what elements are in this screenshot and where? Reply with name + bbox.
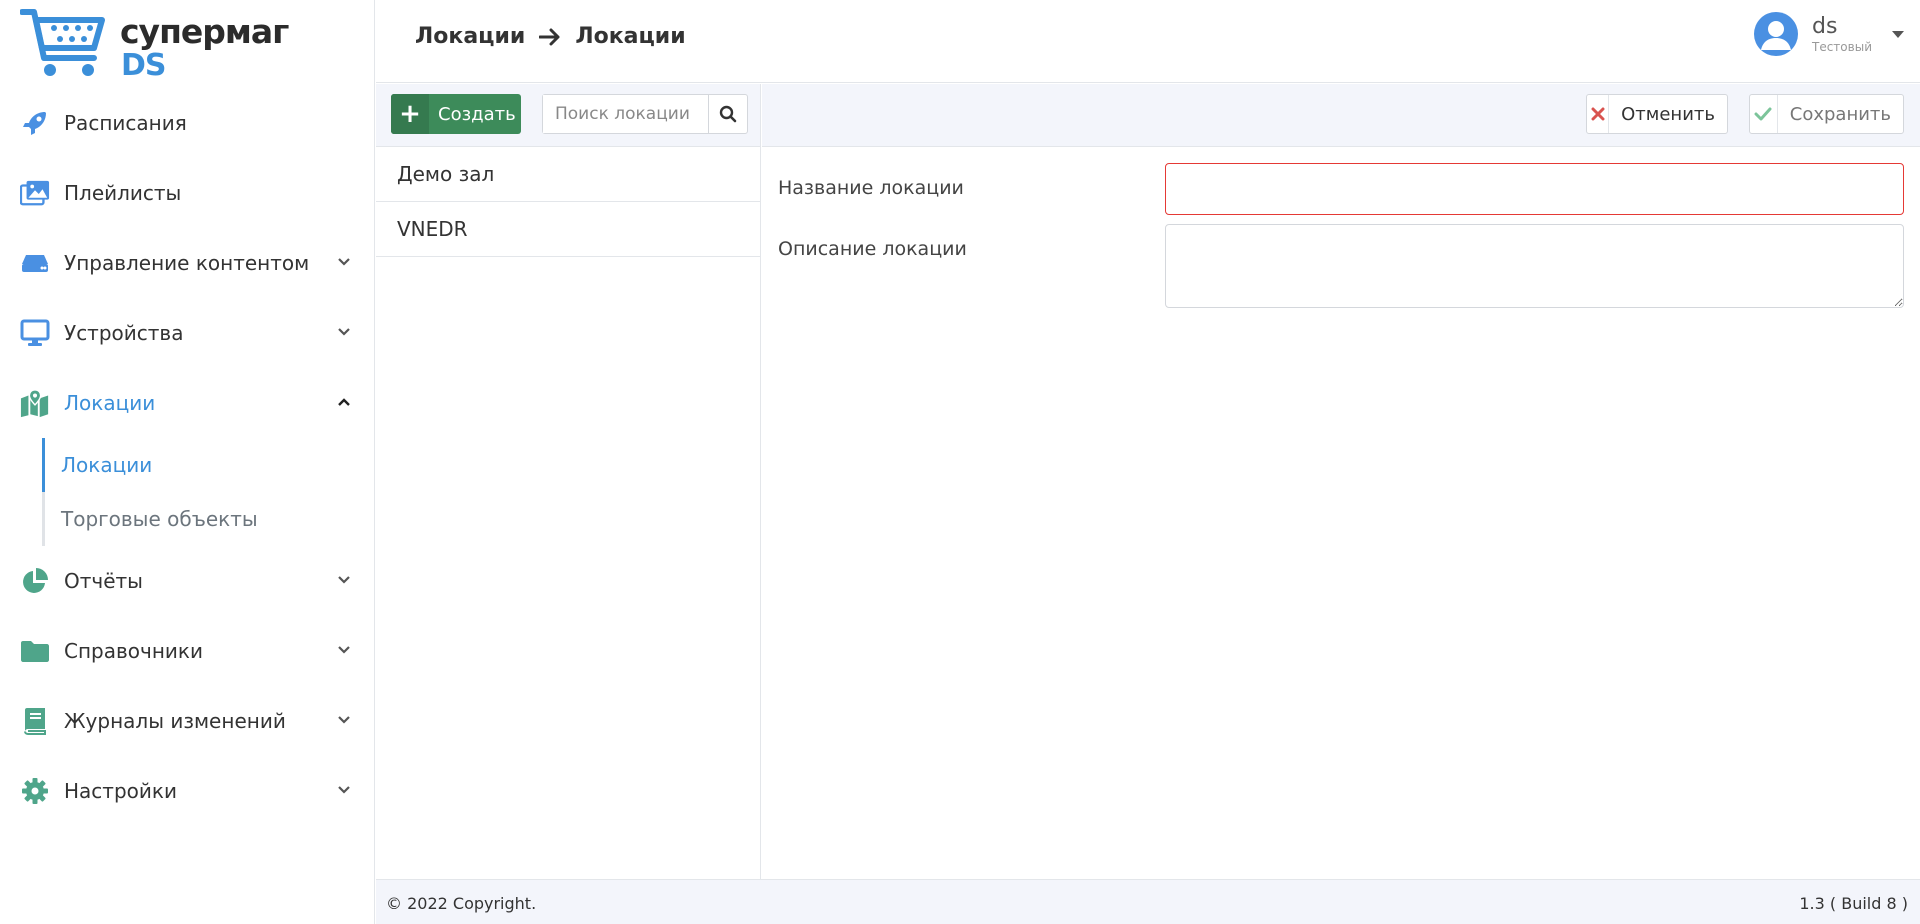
plus-icon: + [391,94,429,134]
chevron-down-icon [338,646,350,654]
sidebar-item-directories[interactable]: Справочники [0,616,375,686]
list-toolbar: + Создать [376,84,760,147]
search-icon [719,105,737,123]
folder-icon [20,636,50,666]
sidebar-item-label: Устройства [64,321,184,345]
sidebar-subitem-locations[interactable]: Локации [42,438,375,492]
caret-down-icon[interactable] [1892,30,1904,38]
save-button[interactable]: Сохранить [1749,94,1904,134]
chevron-down-icon [338,258,350,266]
sidebar-item-locations[interactable]: Локации [0,368,375,438]
sidebar-item-change-logs[interactable]: Журналы изменений [0,686,375,756]
footer: © 2022 Copyright. 1.3 ( Build 8 ) [376,879,1920,924]
top-header: Локации Локации ds Тестовый [376,0,1920,83]
cancel-button[interactable]: Отменить [1586,94,1728,134]
logo-subtitle: DS [121,48,167,83]
location-name-field[interactable] [1165,163,1904,215]
search-input[interactable] [543,95,708,133]
user-name: ds [1812,14,1838,39]
sidebar-nav: Расписания Плейлисты Управление контенто… [0,88,375,826]
sidebar-item-label: Настройки [64,779,177,803]
sidebar-item-schedules[interactable]: Расписания [0,88,375,158]
create-button-label: Создать [438,103,516,125]
form-toolbar: Отменить Сохранить [762,84,1920,147]
cart-logo-icon [20,9,105,76]
sidebar-item-content-management[interactable]: Управление контентом [0,228,375,298]
book-icon [20,706,50,736]
create-button[interactable]: + Создать [391,94,521,134]
sidebar: супермаг DS Расписания Плейлисты Управле… [0,0,375,924]
map-icon [20,388,50,418]
images-icon [20,178,50,208]
sidebar-item-reports[interactable]: Отчёты [0,546,375,616]
description-label: Описание локации [778,238,967,260]
location-form-panel: Отменить Сохранить Название локации Опис… [762,84,1920,879]
monitor-icon [20,318,50,348]
breadcrumb: Локации Локации [415,24,686,49]
search-button[interactable] [708,95,747,133]
user-info: ds Тестовый [1812,14,1872,54]
form-row-name: Название локации [778,163,1904,215]
user-icon [1761,21,1791,50]
location-description-field[interactable] [1165,224,1904,308]
avatar [1754,12,1798,56]
chevron-down-icon [338,576,350,584]
breadcrumb-item[interactable]: Локации [415,24,525,49]
chevron-down-icon [338,328,350,336]
locations-list-panel: + Создать Демо зал VNEDR [376,84,761,879]
close-icon [1587,95,1610,133]
sidebar-item-label: Плейлисты [64,181,182,205]
sidebar-item-devices[interactable]: Устройства [0,298,375,368]
sidebar-subitem-trade-objects[interactable]: Торговые объекты [45,492,375,546]
sidebar-item-playlists[interactable]: Плейлисты [0,158,375,228]
logo[interactable]: супермаг DS [20,8,289,83]
chevron-down-icon [338,716,350,724]
pie-chart-icon [20,566,50,596]
save-button-label: Сохранить [1789,103,1891,125]
list-item[interactable]: Демо зал [376,147,760,202]
arrow-right-icon [539,28,560,45]
cancel-button-label: Отменить [1621,103,1715,125]
gear-icon [20,776,50,806]
check-icon [1750,95,1778,133]
breadcrumb-item: Локации [575,24,686,49]
sidebar-item-settings[interactable]: Настройки [0,756,375,826]
search-box [542,94,748,134]
sidebar-submenu-locations: Локации Торговые объекты [42,438,375,546]
sidebar-item-label: Расписания [64,111,187,135]
name-label: Название локации [778,177,964,199]
chevron-down-icon [338,786,350,794]
sidebar-item-label: Локации [64,391,156,415]
user-menu[interactable]: ds Тестовый [1754,12,1904,56]
chevron-up-icon [338,398,350,406]
sidebar-item-label: Журналы изменений [64,709,286,733]
server-icon [20,248,50,278]
copyright-text: © 2022 Copyright. [386,894,537,913]
sidebar-item-label: Справочники [64,639,203,663]
logo-title: супермаг [120,12,289,51]
form-row-description: Описание локации [778,224,1904,308]
version-text: 1.3 ( Build 8 ) [1799,894,1908,913]
sidebar-item-label: Управление контентом [64,251,310,275]
rocket-icon [20,108,50,138]
sidebar-item-label: Отчёты [64,569,143,593]
list-item[interactable]: VNEDR [376,202,760,257]
user-role: Тестовый [1812,40,1872,54]
